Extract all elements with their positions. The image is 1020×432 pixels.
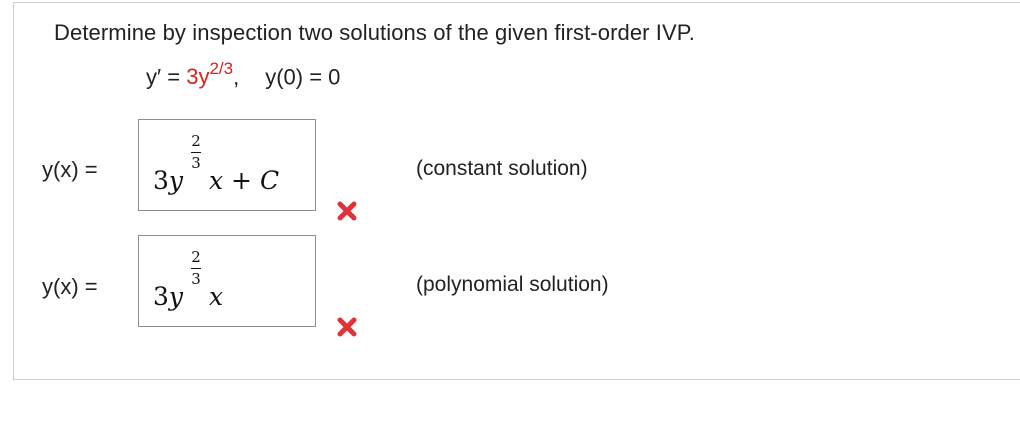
- equation-comma: ,: [233, 64, 240, 90]
- answer-1-input[interactable]: 3y 2 3 x + C: [138, 119, 316, 211]
- answer-2-input[interactable]: 3y 2 3 x: [138, 235, 316, 327]
- answer-2-label: y(x) =: [42, 274, 98, 299]
- answer-2-note: (polynomial solution): [416, 273, 609, 296]
- answer-2-variable: y: [168, 282, 184, 311]
- answer-2-exponent-numerator: 2: [191, 248, 201, 266]
- equation-coefficient: 3y: [186, 64, 210, 90]
- answer-2-fraction-bar: [191, 268, 201, 269]
- answer-2-rest: x: [209, 282, 224, 311]
- answer-2-math: 3y: [153, 282, 183, 311]
- answer-1-exponent-denominator: 3: [191, 154, 201, 172]
- question-panel: Determine by inspection two solutions of…: [13, 2, 1020, 380]
- answer-1-rest: x + C: [209, 166, 280, 195]
- equation-rhs: 3y2/3: [186, 59, 233, 90]
- cross-icon: [337, 201, 357, 221]
- answer-1-label: y(x) =: [42, 157, 98, 182]
- question-prompt: Determine by inspection two solutions of…: [54, 20, 695, 45]
- answer-2-exponent: 2 3: [191, 250, 201, 287]
- answer-1-exponent: 2 3: [191, 134, 201, 171]
- answer-1-math: 3y: [153, 166, 183, 195]
- initial-condition: y(0) = 0: [265, 64, 341, 90]
- answer-2-coefficient: 3: [153, 282, 169, 311]
- equation-lhs: y′ =: [146, 64, 187, 90]
- answer-1-exponent-numerator: 2: [191, 132, 201, 150]
- answer-1-variable: y: [168, 166, 184, 195]
- answer-1-fraction-bar: [191, 152, 201, 153]
- equation-exponent: 2/3: [209, 59, 234, 78]
- answer-1-coefficient: 3: [153, 166, 169, 195]
- ivp-equation: y′ = 3y2/3, y(0) = 0: [146, 59, 341, 90]
- cross-icon: [337, 317, 357, 337]
- answer-1-note: (constant solution): [416, 157, 588, 180]
- answer-2-exponent-denominator: 3: [191, 270, 201, 288]
